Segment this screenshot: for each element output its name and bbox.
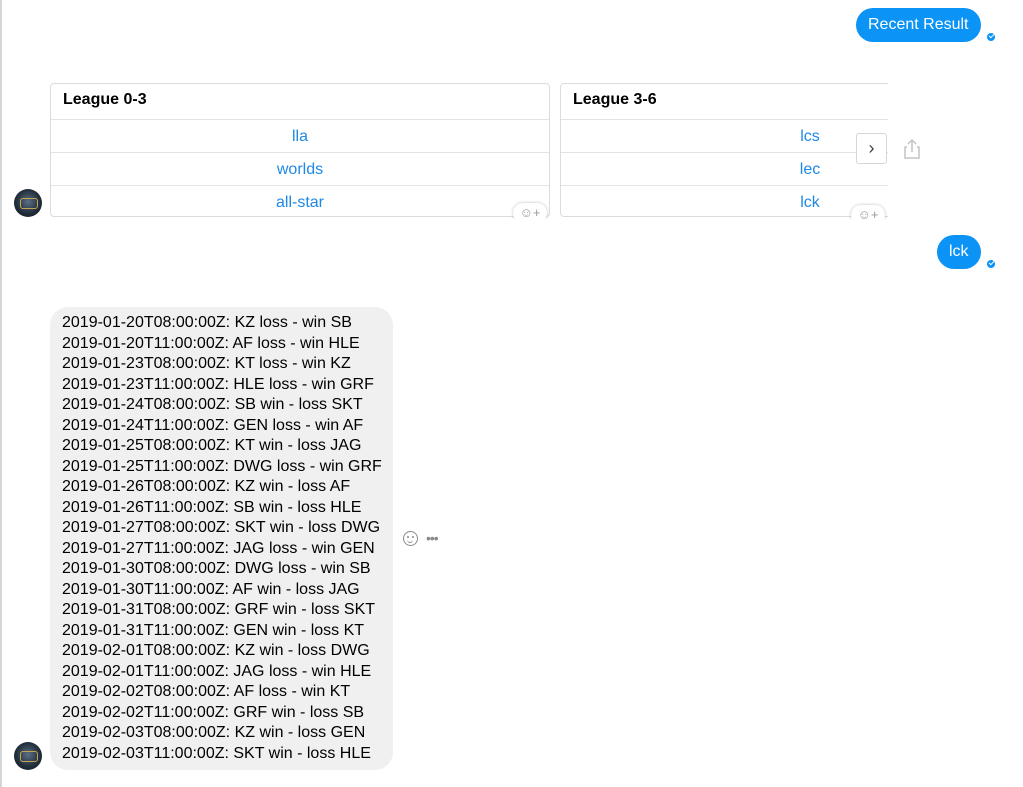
share-icon[interactable] — [903, 138, 921, 160]
user-message-lck: lck — [937, 235, 981, 269]
result-line: 2019-01-24T11:00:00Z: GEN loss - win AF — [62, 416, 364, 434]
result-line: 2019-01-27T08:00:00Z: SKT win - loss DWG — [62, 519, 381, 536]
card-button-lck[interactable]: lck — [561, 185, 888, 218]
result-line: 2019-02-02T08:00:00Z: AF loss - win KT — [62, 683, 351, 700]
result-line: 2019-01-27T11:00:00Z: JAG loss - win GEN — [62, 539, 375, 557]
bot-avatar — [14, 742, 42, 770]
result-line: 2019-01-31T11:00:00Z: GEN win - loss KT — [62, 621, 365, 639]
league-card: League 0-3 lla worlds all-star — [50, 83, 550, 217]
card-button-lcs[interactable]: lcs — [561, 119, 888, 152]
result-line: 2019-01-20T11:00:00Z: AF loss - win HLE — [62, 334, 360, 352]
user-message-text: lck — [949, 243, 969, 260]
conversation-left-border — [0, 0, 2, 787]
league-carousel: League 0-3 lla worlds all-star League 3-… — [50, 83, 888, 219]
add-reaction-icon[interactable]: ☺+ — [513, 203, 547, 219]
result-line: 2019-01-24T08:00:00Z: SB win - loss SKT — [62, 396, 363, 413]
more-options-icon[interactable]: ••• — [426, 530, 439, 546]
result-line: 2019-01-25T11:00:00Z: DWG loss - win GRF — [62, 457, 382, 475]
league-card: League 3-6 lcs lec lck — [560, 83, 888, 217]
result-line: 2019-02-02T11:00:00Z: GRF win - loss SB — [62, 703, 365, 721]
card-title: League 3-6 — [573, 91, 657, 108]
user-message-recent-result: Recent Result — [856, 8, 981, 42]
result-line: 2019-02-03T08:00:00Z: KZ win - loss GEN — [62, 724, 366, 741]
result-line: 2019-02-01T11:00:00Z: JAG loss - win HLE — [62, 662, 372, 680]
result-line: 2019-02-01T08:00:00Z: KZ win - loss DWG — [62, 642, 370, 659]
result-line: 2019-01-26T08:00:00Z: KZ win - loss AF — [62, 478, 351, 495]
card-button-lla[interactable]: lla — [51, 119, 549, 152]
card-button-all-star[interactable]: all-star — [51, 185, 549, 218]
result-line: 2019-01-23T08:00:00Z: KT loss - win KZ — [62, 355, 351, 372]
result-line: 2019-01-31T08:00:00Z: GRF win - loss SKT — [62, 601, 376, 618]
seen-check-icon — [986, 32, 996, 42]
chevron-right-icon: › — [868, 138, 875, 158]
card-title: League 0-3 — [63, 91, 147, 108]
add-reaction-icon[interactable]: ☺+ — [851, 205, 885, 219]
seen-check-icon — [986, 259, 996, 269]
result-line: 2019-01-30T11:00:00Z: AF win - loss JAG — [62, 580, 360, 598]
card-button-lec[interactable]: lec — [561, 152, 888, 185]
result-line: 2019-01-20T08:00:00Z: KZ loss - win SB — [62, 314, 352, 331]
result-line: 2019-02-03T11:00:00Z: SKT win - loss HLE — [62, 744, 371, 762]
card-button-worlds[interactable]: worlds — [51, 152, 549, 185]
result-line: 2019-01-25T08:00:00Z: KT win - loss JAG — [62, 437, 362, 454]
carousel-next-button[interactable]: › — [856, 133, 887, 164]
bot-message-results: 2019-01-20T08:00:00Z: KZ loss - win SB 2… — [50, 307, 393, 770]
bot-avatar — [14, 189, 42, 217]
result-line: 2019-01-26T11:00:00Z: SB win - loss HLE — [62, 498, 362, 516]
result-line: 2019-01-30T08:00:00Z: DWG loss - win SB — [62, 560, 371, 577]
user-message-text: Recent Result — [868, 16, 969, 33]
add-reaction-icon[interactable] — [403, 531, 418, 546]
result-line: 2019-01-23T11:00:00Z: HLE loss - win GRF — [62, 375, 374, 393]
